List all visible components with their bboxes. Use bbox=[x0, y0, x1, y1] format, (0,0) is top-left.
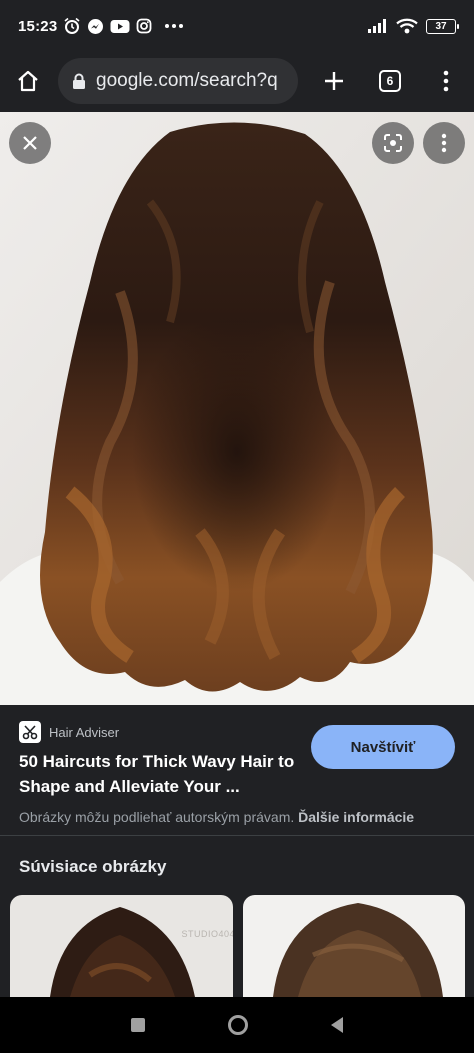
alarm-icon bbox=[64, 17, 80, 34]
status-bar: 15:23 37 bbox=[0, 0, 474, 52]
more-info-link[interactable]: Ďalšie informácie bbox=[298, 809, 414, 825]
more-vert-icon bbox=[441, 133, 447, 153]
section-divider bbox=[0, 835, 474, 836]
copyright-text: Obrázky môžu podliehať autorským právam. bbox=[19, 809, 295, 825]
preview-image bbox=[0, 112, 474, 705]
related-image-2[interactable] bbox=[243, 895, 465, 997]
system-icons: 37 bbox=[368, 18, 459, 34]
lock-icon bbox=[73, 73, 85, 89]
home-icon bbox=[18, 70, 38, 92]
related-image-2-thumbnail bbox=[243, 895, 465, 997]
status-time: 15:23 bbox=[18, 17, 58, 35]
source-row[interactable]: Hair Adviser bbox=[19, 721, 119, 743]
recents-button[interactable] bbox=[131, 1018, 146, 1032]
source-name: Hair Adviser bbox=[49, 724, 120, 740]
more-vert-icon bbox=[443, 70, 449, 92]
url-text: google.com/search?q bbox=[96, 70, 278, 91]
result-title[interactable]: 50 Haircuts for Thick Wavy Hair to Shape… bbox=[19, 749, 309, 799]
close-viewer-button[interactable] bbox=[9, 122, 51, 164]
new-tab-button[interactable] bbox=[306, 53, 362, 109]
related-image-1[interactable]: STUDIO404 bbox=[10, 895, 233, 997]
home-button[interactable] bbox=[0, 53, 56, 109]
battery-level: 37 bbox=[435, 20, 447, 32]
browser-toolbar: google.com/search?q 6 bbox=[0, 52, 474, 110]
signal-icon bbox=[368, 19, 386, 33]
home-nav-button[interactable] bbox=[227, 1015, 248, 1035]
image-options-button[interactable] bbox=[423, 122, 465, 164]
browser-menu-button[interactable] bbox=[418, 53, 474, 109]
address-bar[interactable]: google.com/search?q bbox=[58, 58, 298, 104]
more-notifications-icon bbox=[165, 24, 184, 28]
battery-indicator: 37 bbox=[426, 18, 459, 34]
related-image-1-watermark: STUDIO404 bbox=[181, 929, 233, 939]
result-info: Hair Adviser 50 Haircuts for Thick Wavy … bbox=[0, 705, 474, 845]
tabs-icon: 6 bbox=[379, 70, 401, 92]
notification-icons bbox=[63, 17, 184, 35]
tab-switcher-button[interactable]: 6 bbox=[362, 53, 418, 109]
plus-icon bbox=[325, 72, 343, 90]
system-navigation-bar bbox=[0, 997, 474, 1053]
back-button[interactable] bbox=[330, 1017, 343, 1033]
image-viewer[interactable] bbox=[0, 112, 474, 705]
wifi-icon bbox=[396, 18, 418, 34]
messenger-icon bbox=[88, 18, 104, 34]
related-images-heading: Súvisiace obrázky bbox=[19, 857, 167, 876]
youtube-icon bbox=[110, 19, 130, 33]
visit-button[interactable]: Navštíviť bbox=[311, 725, 455, 769]
copyright-notice: Obrázky môžu podliehať autorským právam.… bbox=[19, 809, 414, 825]
lens-search-button[interactable] bbox=[372, 122, 414, 164]
close-icon bbox=[23, 136, 37, 150]
related-image-1-thumbnail bbox=[10, 895, 233, 997]
instagram-icon bbox=[136, 18, 152, 34]
lens-icon bbox=[384, 134, 402, 152]
tab-count: 6 bbox=[386, 74, 394, 88]
scissors-icon bbox=[22, 725, 38, 740]
source-favicon bbox=[19, 721, 41, 743]
